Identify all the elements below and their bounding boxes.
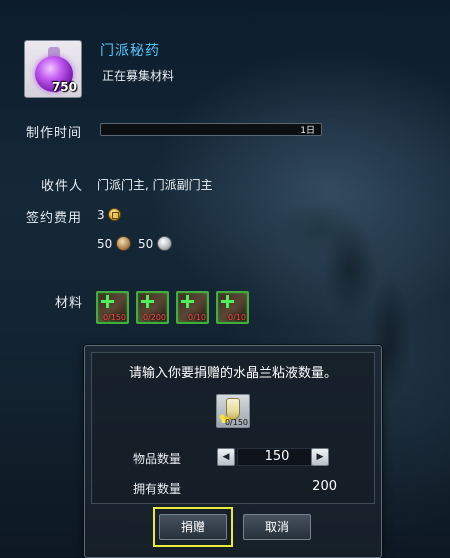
dialog-item-count: 0/150: [224, 418, 248, 427]
cancel-button[interactable]: 取消: [243, 514, 311, 540]
contract-fee-label: 签约费用: [26, 211, 83, 226]
owned-value: 200: [312, 479, 337, 494]
material-slot[interactable]: 0/10: [216, 291, 249, 324]
item-icon-slot[interactable]: 750: [24, 40, 82, 98]
quantity-input[interactable]: 150: [237, 448, 317, 466]
craft-time-bar: 1日: [100, 123, 322, 136]
material-slot[interactable]: 0/150: [96, 291, 129, 324]
bronze-coin-icon: [116, 236, 131, 251]
material-count: 0/150: [102, 313, 126, 322]
donate-quantity-dialog: 请输入你要捐赠的水晶兰粘液数量。 0/150 物品数量 ◀ 150 ▶ 拥有数量…: [84, 345, 382, 558]
add-plus-icon: [221, 295, 234, 308]
craft-time-label: 制作时间: [26, 126, 83, 141]
item-name: 门派秘药: [100, 43, 160, 59]
materials-label: 材料: [55, 296, 84, 311]
recipient-label: 收件人: [41, 179, 84, 194]
dialog-prompt: 请输入你要捐赠的水晶兰粘液数量。: [128, 366, 337, 381]
craft-time-value: 1日: [300, 126, 315, 136]
material-count: 0/10: [188, 313, 206, 322]
decrease-button[interactable]: ◀: [217, 448, 235, 466]
bronze-fee-value: 50: [97, 237, 113, 251]
gold-coin-icon: [108, 208, 121, 221]
material-count: 0/200: [142, 313, 166, 322]
quantity-label: 物品数量: [133, 452, 182, 466]
item-status: 正在募集材料: [102, 69, 175, 83]
silver-fee-value: 50: [138, 237, 154, 251]
donate-button[interactable]: 捐赠: [159, 514, 227, 540]
dialog-item-slot: 0/150: [216, 394, 250, 428]
owned-label: 拥有数量: [133, 482, 182, 496]
material-count: 0/10: [228, 313, 246, 322]
add-plus-icon: [181, 295, 194, 308]
material-slot[interactable]: 0/10: [176, 291, 209, 324]
material-slot[interactable]: 0/200: [136, 291, 169, 324]
add-plus-icon: [101, 295, 114, 308]
gold-fee-value: 3: [97, 208, 105, 222]
item-quantity: 750: [51, 80, 77, 94]
recipient-value: 门派门主, 门派副门主: [97, 178, 213, 192]
silver-coin-icon: [157, 236, 172, 251]
increase-button[interactable]: ▶: [311, 448, 329, 466]
add-plus-icon: [141, 295, 154, 308]
